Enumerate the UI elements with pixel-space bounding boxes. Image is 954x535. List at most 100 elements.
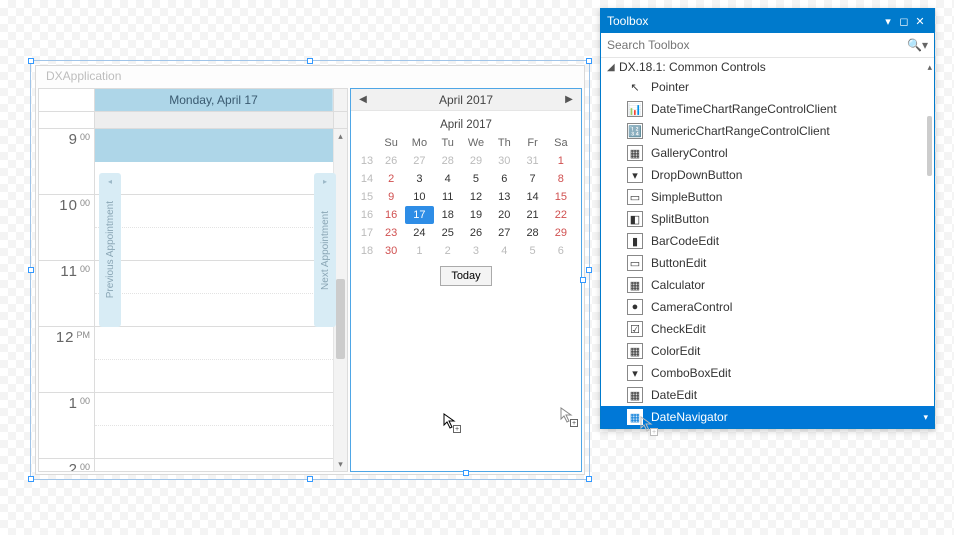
resize-handle[interactable] (463, 470, 469, 476)
calendar-day[interactable]: 21 (518, 206, 546, 224)
calendar-day[interactable]: 6 (490, 170, 518, 188)
toolbox-item[interactable]: ▮BarCodeEdit (601, 230, 934, 252)
resize-handle[interactable] (28, 267, 34, 273)
scroll-up-button[interactable]: ▴ (334, 129, 347, 143)
search-input[interactable] (607, 35, 903, 55)
scroll-thumb[interactable] (927, 116, 932, 176)
resize-handle[interactable] (307, 476, 313, 482)
calendar-day[interactable]: 8 (547, 170, 575, 188)
calendar-day[interactable]: 29 (462, 152, 490, 170)
calendar-day[interactable]: 30 (490, 152, 518, 170)
date-navigator[interactable]: ◀ April 2017 ▶ April 2017 SuMoTuWeThFrSa… (350, 88, 582, 472)
calendar-day[interactable]: 31 (518, 152, 546, 170)
toolbox-item[interactable]: ▭ButtonEdit (601, 252, 934, 274)
toolbox-item[interactable]: ●CameraControl (601, 296, 934, 318)
calendar-day[interactable]: 27 (490, 224, 518, 242)
search-icon[interactable]: 🔍▾ (907, 38, 928, 52)
calendar-day[interactable]: 19 (462, 206, 490, 224)
resize-handle[interactable] (28, 476, 34, 482)
toolbox-item[interactable]: ☑CheckEdit (601, 318, 934, 340)
resize-handle[interactable] (307, 58, 313, 64)
calendar-day[interactable]: 6 (547, 242, 575, 260)
resize-handle[interactable] (28, 58, 34, 64)
toolbox-search[interactable]: 🔍▾ (601, 33, 934, 58)
toolbox-item[interactable]: ◧SplitButton (601, 208, 934, 230)
toolbox-item[interactable]: ▭SimpleButton (601, 186, 934, 208)
calendar-day[interactable]: 3 (405, 170, 433, 188)
calendar-day[interactable]: 2 (434, 242, 462, 260)
calendar-day[interactable]: 29 (547, 224, 575, 242)
toolbox-titlebar[interactable]: Toolbox ▾ ◻ ✕ (601, 9, 934, 33)
calendar-day[interactable]: 2 (377, 170, 405, 188)
toolbox-panel[interactable]: Toolbox ▾ ◻ ✕ 🔍▾ ◢ DX.18.1: Common Contr… (600, 8, 935, 429)
scroll-thumb[interactable] (336, 279, 345, 359)
calendar-day[interactable]: 24 (405, 224, 433, 242)
appointment-area[interactable] (95, 129, 333, 471)
calendar-day[interactable]: 9 (377, 188, 405, 206)
calendar-day[interactable]: 11 (434, 188, 462, 206)
calendar-day[interactable]: 3 (462, 242, 490, 260)
scheduler-control[interactable]: Monday, April 17 9001000110012PM100200 (38, 88, 348, 472)
prev-month-button[interactable]: ◀ (351, 94, 375, 105)
toolbox-item[interactable]: ▦DateNavigator▾ (601, 406, 934, 428)
close-icon[interactable]: ✕ (912, 15, 928, 28)
time-slot[interactable] (95, 228, 333, 261)
toolbox-item[interactable]: ▦ColorEdit (601, 340, 934, 362)
toolbox-item[interactable]: ▾ComboBoxEdit (601, 362, 934, 384)
calendar-day[interactable]: 28 (434, 152, 462, 170)
calendar-day[interactable]: 26 (462, 224, 490, 242)
toolbox-item[interactable]: 🔢NumericChartRangeControlClient (601, 120, 934, 142)
resize-handle[interactable] (586, 267, 592, 273)
calendar-day[interactable]: 14 (518, 188, 546, 206)
today-button[interactable]: Today (440, 266, 492, 286)
calendar-day[interactable]: 1 (547, 152, 575, 170)
toolbox-group-header[interactable]: ◢ DX.18.1: Common Controls ▴ (601, 58, 934, 76)
calendar-day[interactable]: 25 (434, 224, 462, 242)
calendar-day[interactable]: 12 (462, 188, 490, 206)
header-month-label[interactable]: April 2017 (375, 93, 557, 107)
collapse-icon[interactable]: ◢ (607, 62, 619, 73)
scroll-down-button[interactable]: ▾ (334, 457, 347, 471)
calendar-day[interactable]: 18 (434, 206, 462, 224)
pin-icon[interactable]: ◻ (896, 15, 912, 28)
time-slot[interactable] (95, 393, 333, 426)
toolbox-item[interactable]: ▾DropDownButton (601, 164, 934, 186)
resize-handle[interactable] (580, 277, 586, 283)
time-slot[interactable] (95, 195, 333, 228)
resize-handle[interactable] (586, 476, 592, 482)
calendar-day[interactable]: 27 (405, 152, 433, 170)
calendar-day[interactable]: 10 (405, 188, 433, 206)
calendar-day[interactable]: 16 (377, 206, 405, 224)
expand-icon[interactable]: ▾ (923, 412, 928, 423)
calendar-day[interactable]: 20 (490, 206, 518, 224)
toolbox-item[interactable]: ▦GalleryControl (601, 142, 934, 164)
selected-timeslot[interactable] (95, 129, 333, 162)
toolbox-item[interactable]: ▦DateEdit (601, 384, 934, 406)
toolbox-item-list[interactable]: ↖Pointer📊DateTimeChartRangeControlClient… (601, 76, 934, 428)
calendar-day[interactable]: 1 (405, 242, 433, 260)
next-month-button[interactable]: ▶ (557, 94, 581, 105)
toolbox-item[interactable]: ↖Pointer (601, 76, 934, 98)
calendar-day[interactable]: 15 (547, 188, 575, 206)
calendar-day[interactable]: 5 (462, 170, 490, 188)
calendar-day[interactable]: 4 (434, 170, 462, 188)
time-slot[interactable] (95, 327, 333, 360)
calendar-day[interactable]: 13 (490, 188, 518, 206)
time-slot[interactable] (95, 162, 333, 195)
time-slot[interactable] (95, 426, 333, 459)
calendar-day[interactable]: 30 (377, 242, 405, 260)
previous-appointment-button[interactable]: ◂ Previous Appointment (99, 173, 121, 327)
calendar-day[interactable]: 28 (518, 224, 546, 242)
calendar-grid[interactable]: SuMoTuWeThFrSa13262728293031114234567815… (357, 134, 575, 260)
calendar-day[interactable]: 26 (377, 152, 405, 170)
toolbox-item[interactable]: ▦Calculator (601, 274, 934, 296)
resize-handle[interactable] (586, 58, 592, 64)
calendar-day[interactable]: 5 (518, 242, 546, 260)
calendar-day[interactable]: 17 (405, 206, 433, 224)
calendar-day[interactable]: 4 (490, 242, 518, 260)
dropdown-icon[interactable]: ▾ (880, 15, 896, 28)
calendar-day[interactable]: 7 (518, 170, 546, 188)
toolbox-item[interactable]: 📊DateTimeChartRangeControlClient (601, 98, 934, 120)
calendar-day[interactable]: 23 (377, 224, 405, 242)
calendar-day[interactable]: 22 (547, 206, 575, 224)
